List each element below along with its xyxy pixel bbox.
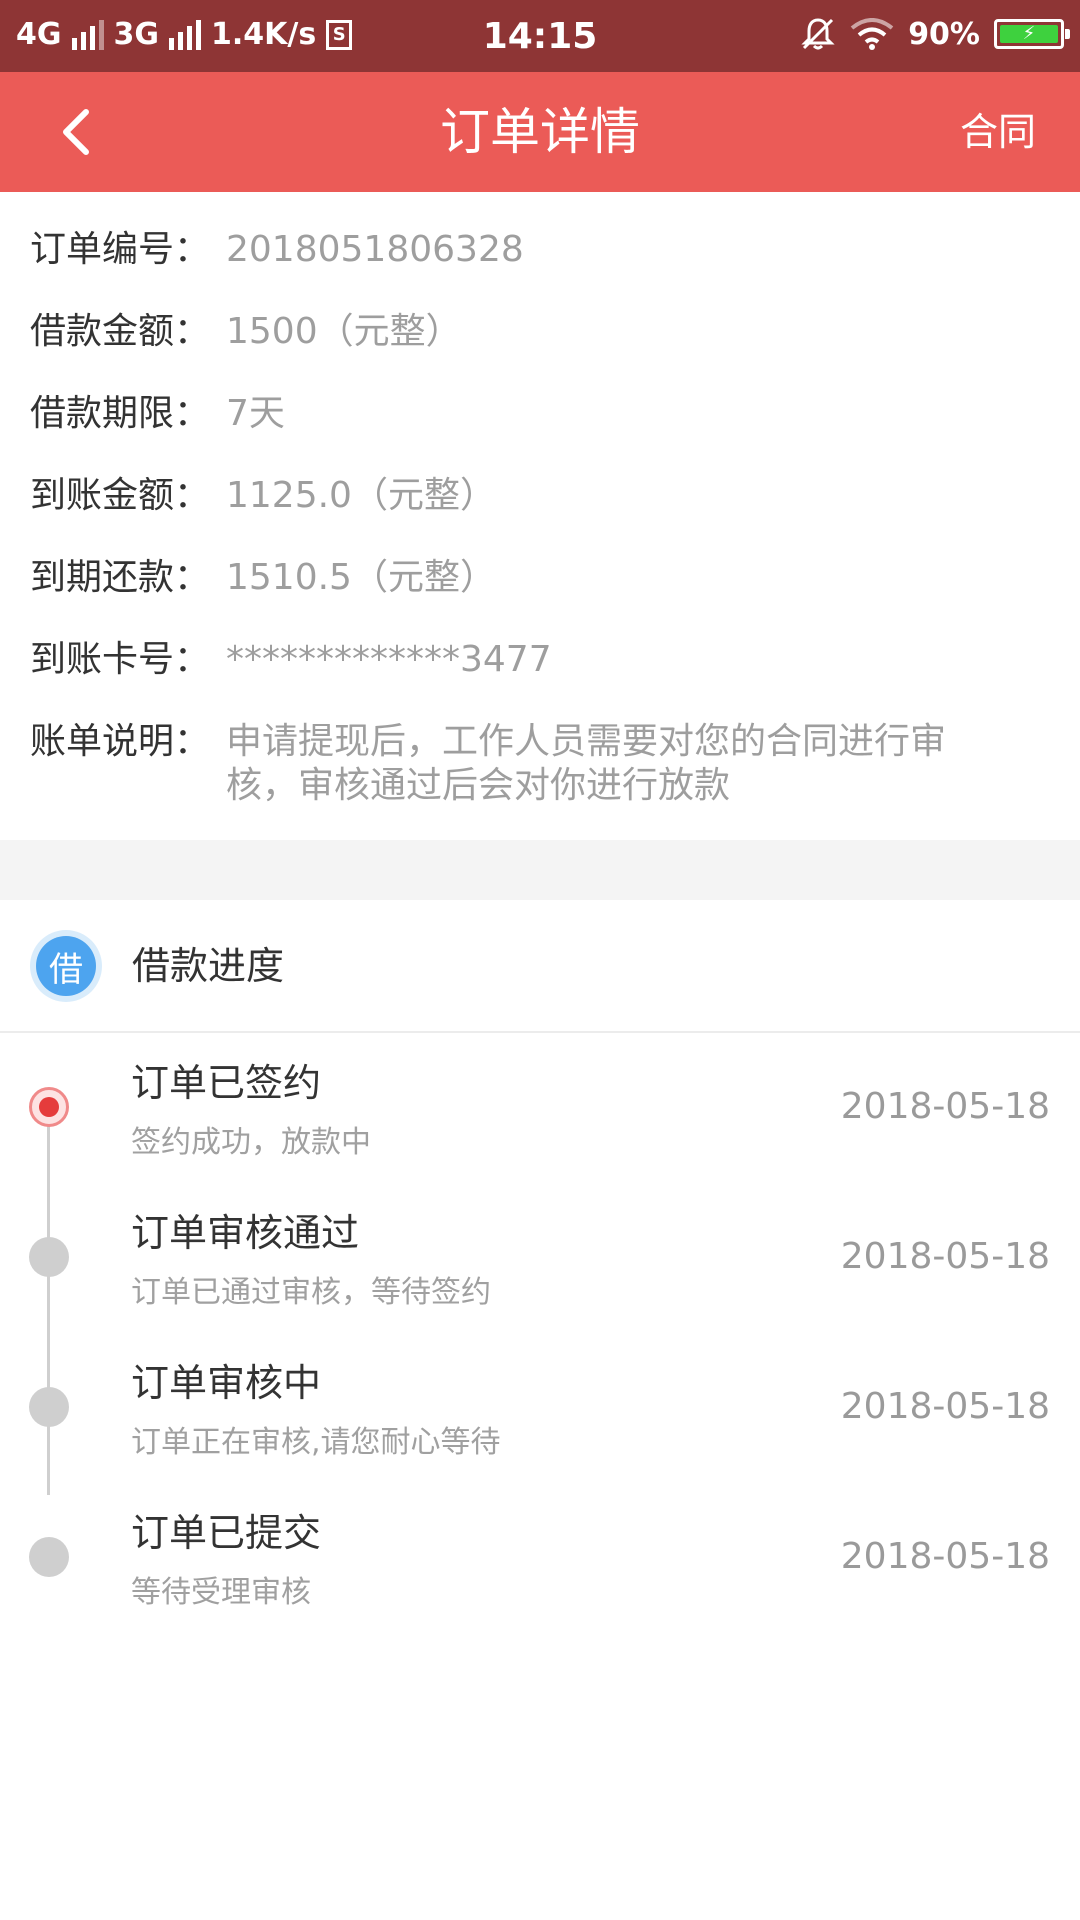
info-value: 2018051806328 (226, 229, 524, 270)
order-info: 订单编号： 2018051806328 借款金额： 1500（元整） 借款期限：… (0, 192, 1080, 840)
info-value: 7天 (226, 393, 285, 434)
timeline-dot-icon (29, 1387, 69, 1427)
info-value: 1500（元整） (226, 311, 462, 352)
timeline-item: 订单审核通过 订单已通过审核，等待签约 2018-05-18 (0, 1183, 1080, 1333)
info-row-card-number: 到账卡号： *************3477 (30, 638, 1050, 682)
timeline-subtitle: 订单正在审核,请您耐心等待 (131, 1425, 501, 1460)
timeline-date: 2018-05-18 (840, 1086, 1050, 1127)
timeline-date: 2018-05-18 (840, 1386, 1050, 1427)
info-value: 1510.5（元整） (226, 557, 496, 598)
timeline-date: 2018-05-18 (840, 1236, 1050, 1277)
timeline-title: 订单已签约 (131, 1061, 322, 1105)
timeline-active-dot-icon (29, 1087, 69, 1127)
page-title: 订单详情 (440, 103, 640, 161)
mute-icon (801, 18, 835, 50)
nav-bar: 订单详情 合同 (0, 72, 1080, 192)
info-label: 账单说明： (30, 721, 211, 762)
timeline-dot-icon (29, 1537, 69, 1577)
timeline-dot-icon (29, 1237, 69, 1277)
section-divider (0, 840, 1080, 900)
info-label: 到期还款： (30, 557, 211, 598)
info-row-received-amount: 到账金额： 1125.0（元整） (30, 474, 1050, 518)
info-label: 借款期限： (30, 393, 211, 434)
info-label: 借款金额： (30, 311, 211, 352)
progress-heading: 借款进度 (132, 944, 285, 988)
info-row-loan-term: 借款期限： 7天 (30, 392, 1050, 436)
timeline-item: 订单已提交 等待受理审核 2018-05-18 (0, 1483, 1080, 1633)
progress-timeline: 订单已签约 签约成功，放款中 2018-05-18 订单审核通过 订单已通过审核… (0, 1033, 1080, 1633)
timeline-title: 订单已提交 (131, 1511, 322, 1555)
timeline-subtitle: 订单已通过审核，等待签约 (131, 1275, 491, 1310)
battery-icon: ⚡ (994, 19, 1070, 49)
timeline-title: 订单审核中 (131, 1361, 322, 1405)
info-value: 申请提现后，工作人员需要对您的合同进行审核，审核通过后会对你进行放款 (226, 721, 947, 806)
info-label: 到账卡号： (30, 639, 211, 680)
info-label: 订单编号： (30, 229, 211, 270)
borrow-badge-label: 借 (36, 936, 96, 996)
borrow-badge-icon: 借 (30, 930, 102, 1002)
info-value: *************3477 (226, 639, 552, 680)
timeline-item: 订单审核中 订单正在审核,请您耐心等待 2018-05-18 (0, 1333, 1080, 1483)
timeline-date: 2018-05-18 (840, 1536, 1050, 1577)
info-row-bill-description: 账单说明： 申请提现后，工作人员需要对您的合同进行审核，审核通过后会对你进行放款 (30, 720, 1050, 808)
info-row-loan-amount: 借款金额： 1500（元整） (30, 310, 1050, 354)
timeline-subtitle: 签约成功，放款中 (131, 1125, 371, 1160)
battery-percent: 90% (908, 16, 980, 52)
contract-button[interactable]: 合同 (960, 98, 1036, 166)
status-bar: 4G 3G 1.4K/s S 14:15 90% ⚡ (0, 0, 1080, 72)
timeline-item: 订单已签约 签约成功，放款中 2018-05-18 (0, 1033, 1080, 1183)
timeline-subtitle: 等待受理审核 (131, 1575, 311, 1610)
info-label: 到账金额： (30, 475, 211, 516)
info-row-due-repayment: 到期还款： 1510.5（元整） (30, 556, 1050, 600)
timeline-title: 订单审核通过 (131, 1211, 360, 1255)
info-row-order-number: 订单编号： 2018051806328 (30, 228, 1050, 272)
progress-header: 借 借款进度 (0, 900, 1080, 1033)
info-value: 1125.0（元整） (226, 475, 496, 516)
status-right: 90% ⚡ (800, 16, 1070, 52)
wifi-icon (850, 18, 894, 50)
